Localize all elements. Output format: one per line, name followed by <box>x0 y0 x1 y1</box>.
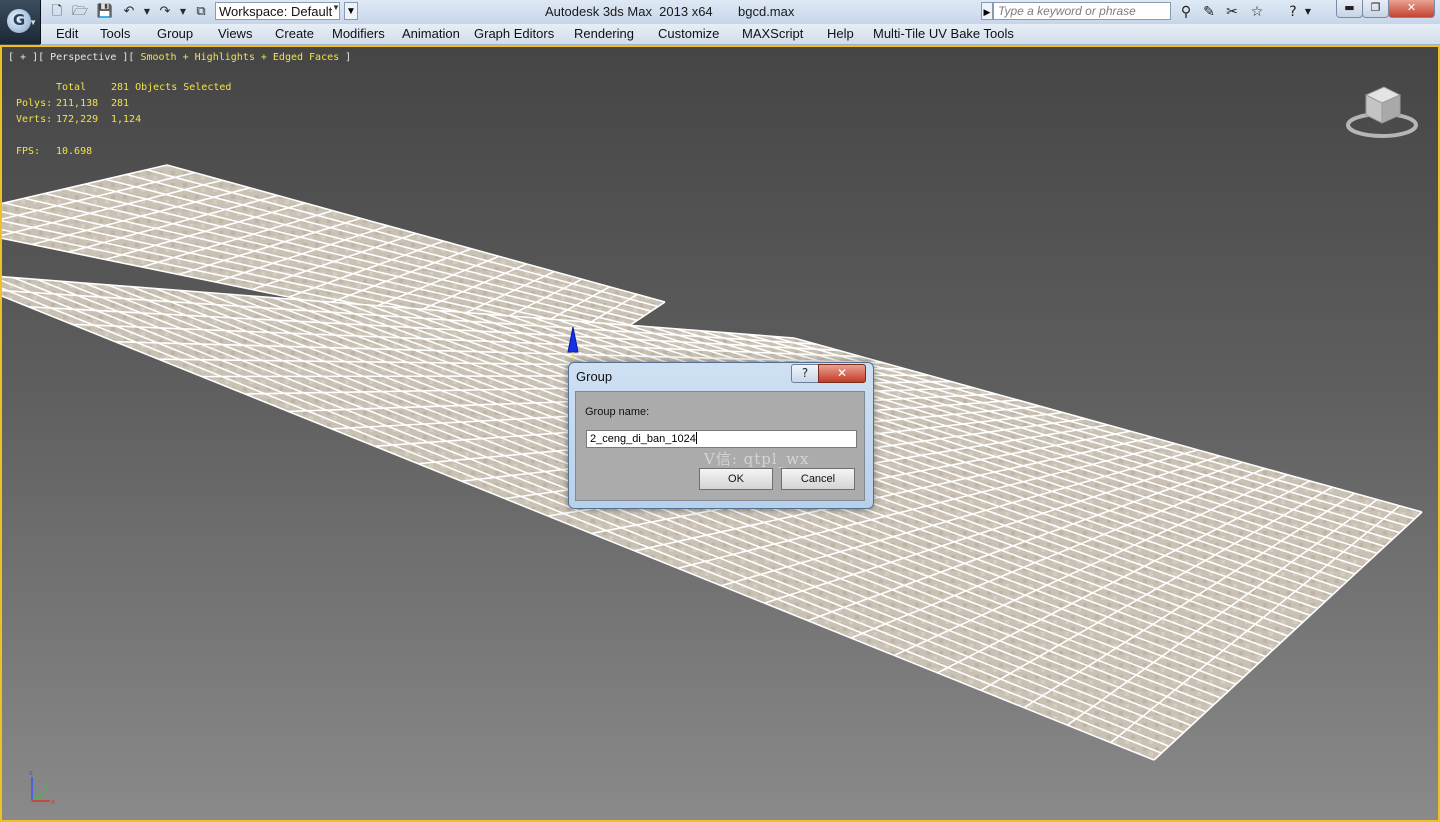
help-icon[interactable]: ? <box>1283 3 1303 21</box>
undo-icon[interactable]: ↶ <box>120 3 138 21</box>
group-name-label: Group name: <box>585 406 650 418</box>
stats-polys-total: 211,138 <box>56 98 99 109</box>
title-bar: G ▼ 🗋 🗁 💾 ↶ ▼ ↷ ▼ ⧉ Workspace: Default ▼… <box>0 0 1440 44</box>
help-dropdown-icon[interactable]: ▼ <box>1302 3 1314 21</box>
dialog-title: Group <box>576 369 613 384</box>
stats-fps-value: 10.698 <box>56 146 93 157</box>
menu-modifiers[interactable]: Modifiers <box>332 26 385 41</box>
menu-customize[interactable]: Customize <box>658 26 719 41</box>
stats-polys-selected: 281 <box>111 98 130 109</box>
menu-tools[interactable]: Tools <box>100 26 130 41</box>
stats-header-total: Total <box>56 82 87 93</box>
viewport-shading-label[interactable]: Smooth + Highlights + Edged Faces <box>140 52 339 63</box>
stats-verts-total: 172,229 <box>56 114 99 125</box>
communication-center-icon[interactable]: ✂ <box>1222 3 1242 21</box>
axis-tripod-icon: z y x <box>29 769 55 806</box>
menu-help[interactable]: Help <box>827 26 854 41</box>
app-title: Autodesk 3ds Max 2013 x64 <box>545 4 713 19</box>
group-name-input[interactable]: 2_ceng_di_ban_1024 <box>586 430 857 448</box>
chevron-down-icon[interactable]: ▼ <box>332 3 340 12</box>
menu-group[interactable]: Group <box>157 26 193 41</box>
stats-fps-label: FPS: <box>16 146 41 157</box>
undo-dropdown-icon[interactable]: ▼ <box>142 3 152 21</box>
stats-header-selected: 281 Objects Selected <box>111 82 232 93</box>
menu-bar: Edit Tools Group Views Create Modifiers … <box>40 24 1440 45</box>
menu-create[interactable]: Create <box>275 26 314 41</box>
application-menu-button[interactable]: G ▼ <box>0 0 41 44</box>
redo-dropdown-icon[interactable]: ▼ <box>178 3 188 21</box>
menu-views[interactable]: Views <box>218 26 252 41</box>
stats-verts-label: Verts: <box>16 114 53 125</box>
cancel-button[interactable]: Cancel <box>781 468 855 490</box>
viewport-label-text[interactable]: [ + ][ Perspective ][ <box>8 52 140 63</box>
minimize-button[interactable]: ▬ <box>1336 0 1363 18</box>
3dsmax-logo-icon: G <box>7 9 31 33</box>
menu-edit[interactable]: Edit <box>56 26 78 41</box>
chevron-down-icon: ▼ <box>29 18 37 27</box>
axis-y-label: y <box>44 784 48 792</box>
search-input[interactable]: Type a keyword or phrase <box>993 2 1171 20</box>
menu-rendering[interactable]: Rendering <box>574 26 634 41</box>
stats-polys-label: Polys: <box>16 98 53 109</box>
ok-button[interactable]: OK <box>699 468 773 490</box>
watermark-text: V信: qtpl_wx <box>704 450 810 468</box>
viewcube-icon[interactable] <box>1346 81 1418 141</box>
project-folder-icon[interactable]: ⧉ <box>192 3 210 21</box>
help-icon[interactable]: ? <box>791 364 819 383</box>
open-file-icon[interactable]: 🗁 <box>71 3 89 21</box>
quick-access-customize-button[interactable]: ▼ <box>344 2 358 20</box>
group-dialog: Group ? ✕ Group name: 2_ceng_di_ban_1024… <box>568 362 874 509</box>
menu-graph-editors[interactable]: Graph Editors <box>474 26 554 41</box>
workspace-dropdown[interactable]: Workspace: Default <box>215 2 340 20</box>
axis-z-label: z <box>29 769 33 777</box>
menu-maxscript[interactable]: MAXScript <box>742 26 803 41</box>
favorites-star-icon[interactable]: ☆ <box>1247 3 1267 21</box>
save-icon[interactable]: 💾 <box>96 3 114 21</box>
binoculars-icon[interactable]: ⚲ <box>1176 3 1196 21</box>
viewport-label-end: ] <box>339 52 352 63</box>
file-name: bgcd.max <box>738 4 795 19</box>
search-expand-button[interactable]: ▶ <box>981 2 993 20</box>
new-file-icon[interactable]: 🗋 <box>48 3 66 21</box>
floor-slab-right[interactable] <box>2 272 1423 761</box>
maximize-button[interactable]: ❐ <box>1362 0 1389 18</box>
menu-animation[interactable]: Animation <box>402 26 460 41</box>
menu-multi-tile-uv-bake-tools[interactable]: Multi-Tile UV Bake Tools <box>873 26 1014 41</box>
axis-x-label: x <box>51 798 55 806</box>
close-window-button[interactable]: ✕ <box>1388 0 1435 18</box>
close-icon[interactable]: ✕ <box>818 364 866 383</box>
stats-verts-selected: 1,124 <box>111 114 142 125</box>
subscription-icon[interactable]: ✎ <box>1199 3 1219 21</box>
dialog-body: Group name: 2_ceng_di_ban_1024 V信: qtpl_… <box>575 391 865 501</box>
redo-icon[interactable]: ↷ <box>156 3 174 21</box>
viewport-label[interactable]: [ + ][ Perspective ][ Smooth + Highlight… <box>8 52 351 63</box>
